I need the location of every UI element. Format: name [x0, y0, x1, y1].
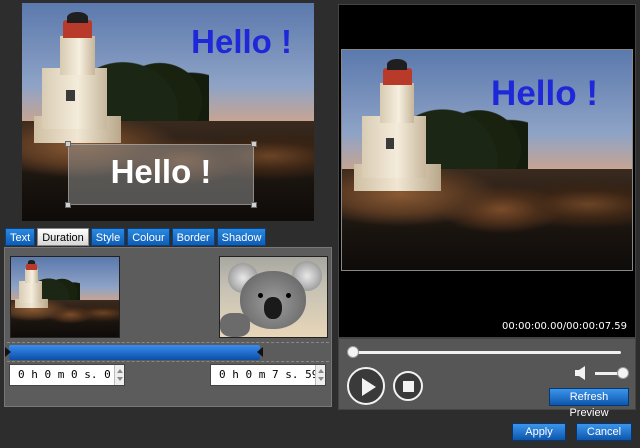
end-time-field[interactable]: 0 h 0 m 7 s. 59: [210, 364, 326, 386]
preview-area: Hello ! 00:00:00.00/00:00:07.59: [338, 4, 636, 338]
duration-timeline[interactable]: [5, 342, 329, 362]
play-icon: [362, 378, 376, 396]
koala-nose: [264, 297, 282, 319]
tab-border[interactable]: Border: [171, 228, 215, 246]
duration-bar[interactable]: [9, 345, 260, 360]
preview-lighthouse-lamp: [382, 67, 412, 86]
volume-icon[interactable]: [575, 365, 589, 381]
stop-icon: [403, 381, 414, 392]
apply-button[interactable]: Apply: [512, 423, 566, 441]
lighthouse-building: [42, 68, 107, 130]
resize-handle-top-left[interactable]: [65, 141, 71, 147]
preview-lighthouse-window: [385, 138, 395, 149]
stop-button[interactable]: [393, 371, 423, 401]
volume-slider-thumb[interactable]: [617, 367, 629, 379]
resize-handle-bottom-right[interactable]: [251, 202, 257, 208]
end-frame-thumbnail: [219, 256, 328, 338]
start-frame-thumbnail: [10, 256, 120, 338]
preview-overlay-text: Hello !: [491, 74, 598, 113]
tab-shadow[interactable]: Shadow: [216, 228, 267, 246]
player-controls: Refresh Preview: [338, 338, 636, 419]
start-time-value: 0 h 0 m 0 s. 0: [18, 368, 111, 381]
start-time-field[interactable]: 0 h 0 m 0 s. 0: [9, 364, 125, 386]
duration-start-handle[interactable]: [5, 347, 11, 357]
preview-lighthouse-cap: [386, 58, 408, 70]
tab-text[interactable]: Text: [5, 228, 36, 246]
property-tabs: Text Duration Style Colour Border Shadow: [5, 228, 267, 246]
seek-slider-thumb[interactable]: [347, 346, 359, 358]
tab-colour[interactable]: Colour: [127, 228, 170, 246]
spin-up-icon[interactable]: [117, 369, 123, 373]
overlay-text-top[interactable]: Hello !: [191, 23, 292, 61]
editor-canvas[interactable]: Hello ! Hello !: [22, 3, 314, 221]
duration-end-handle[interactable]: [257, 347, 263, 357]
tab-duration[interactable]: Duration: [37, 228, 89, 246]
resize-handle-bottom-left[interactable]: [65, 202, 71, 208]
thumb-lighthouse-tower: [25, 269, 38, 284]
overlay-text-box-label[interactable]: Hello !: [69, 153, 253, 191]
thumb-lighthouse-lamp: [26, 263, 37, 270]
cancel-button[interactable]: Cancel: [576, 423, 632, 441]
koala-eye: [258, 293, 263, 298]
preview-lighthouse-building: [362, 116, 427, 178]
selected-text-box[interactable]: Hello !: [65, 141, 257, 208]
spin-down-icon[interactable]: [117, 377, 123, 381]
seek-slider-track[interactable]: [353, 351, 621, 354]
preview-video-frame: Hello !: [341, 49, 633, 271]
preview-time-display: 00:00:00.00/00:00:07.59: [502, 321, 627, 332]
end-time-stepper[interactable]: [315, 365, 325, 385]
play-button[interactable]: [347, 367, 385, 405]
refresh-preview-button[interactable]: Refresh Preview: [549, 388, 629, 419]
thumb-lighthouse-cap: [27, 260, 36, 265]
end-time-value: 0 h 0 m 7 s. 59: [219, 368, 319, 381]
tab-style[interactable]: Style: [90, 228, 126, 246]
start-time-stepper[interactable]: [114, 365, 124, 385]
lighthouse-cap: [67, 11, 88, 23]
spin-up-icon[interactable]: [318, 369, 324, 373]
koala-arm: [220, 313, 250, 337]
resize-handle-top-right[interactable]: [251, 141, 257, 147]
lighthouse-window: [65, 90, 75, 102]
lighthouse-tower: [59, 35, 95, 75]
spin-down-icon[interactable]: [318, 377, 324, 381]
preview-lighthouse-tower: [379, 83, 415, 123]
duration-panel: 0 h 0 m 0 s. 0 0 h 0 m 7 s. 59: [4, 247, 332, 407]
lighthouse-lamp: [62, 20, 93, 38]
thumb-lighthouse-building: [18, 281, 43, 304]
koala-eye: [286, 293, 291, 298]
